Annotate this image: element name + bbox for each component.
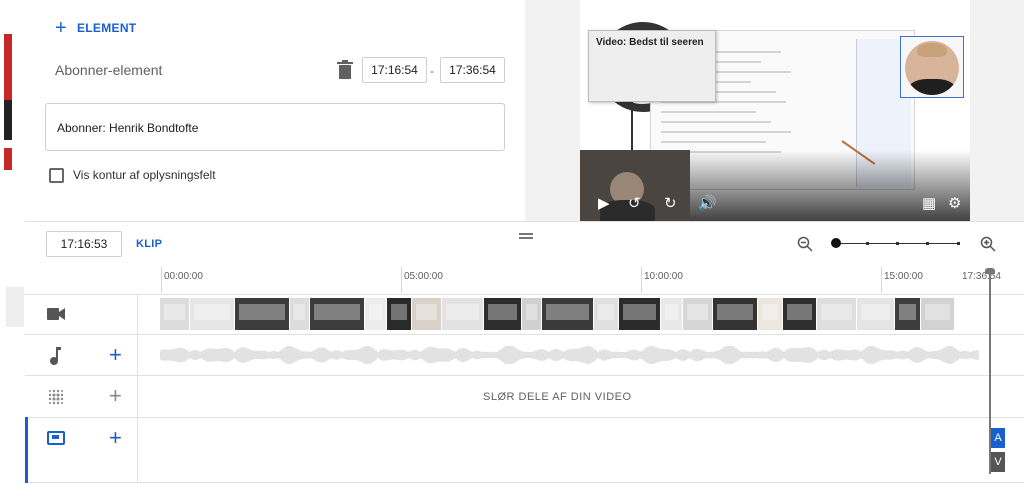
ruler-label: 05:00:00 — [404, 271, 443, 282]
outline-checkbox[interactable] — [49, 168, 64, 183]
video-thumbnail — [290, 298, 310, 330]
video-thumbnail — [484, 298, 522, 330]
video-thumbnail — [594, 298, 619, 330]
gear-icon[interactable]: ⚙ — [948, 196, 961, 212]
left-edge-fragment — [4, 100, 12, 140]
trash-icon[interactable] — [337, 60, 353, 80]
video-thumbnail — [619, 298, 661, 330]
add-blur-button[interactable]: + — [109, 385, 122, 407]
audio-waveform — [160, 346, 979, 364]
play-icon[interactable]: ▶ — [598, 196, 610, 212]
ruler-tick — [401, 267, 402, 293]
video-thumbnail — [713, 298, 758, 330]
elements-track: + — [25, 417, 1024, 483]
zoom-slider-tick — [866, 242, 869, 245]
video-camera-icon — [47, 308, 65, 320]
zoom-slider-tick — [957, 242, 960, 245]
video-thumbnail — [895, 298, 921, 330]
blur-icon — [48, 389, 64, 405]
grid-icon[interactable]: ▦ — [922, 196, 936, 212]
zoom-slider-tick — [896, 242, 899, 245]
video-thumbnail — [542, 298, 594, 330]
video-card-title: Video: Bedst til seeren — [596, 37, 704, 48]
rewind-icon[interactable]: ↺ — [628, 196, 641, 212]
video-thumbnail — [522, 298, 542, 330]
resize-handle-icon[interactable] — [519, 233, 533, 239]
subscribe-element-overlay[interactable] — [900, 36, 964, 98]
ruler-tick — [881, 267, 882, 293]
add-element-label: ELEMENT — [76, 21, 137, 35]
video-thumbnail — [783, 298, 817, 330]
blur-track-header: + — [25, 376, 138, 417]
ruler-label: 15:00:00 — [884, 271, 923, 282]
ruler-tick — [161, 267, 162, 293]
video-thumbnail-strip[interactable] — [160, 298, 1000, 330]
ruler-tick — [641, 267, 642, 293]
ruler-label: 00:00:00 — [164, 271, 203, 282]
video-thumbnail — [160, 298, 190, 330]
video-editor: + ELEMENT Abonner-element 17:16:54 - 17:… — [0, 0, 1024, 484]
video-card-overlay[interactable]: Video: Bedst til seeren — [588, 30, 716, 102]
element-chip[interactable]: V — [991, 452, 1005, 472]
add-element-button[interactable]: + ELEMENT — [55, 17, 137, 39]
video-thumbnail — [921, 298, 955, 330]
music-note-icon — [50, 347, 61, 365]
volume-icon[interactable]: 🔊 — [698, 196, 717, 212]
add-element-track-button[interactable]: + — [109, 427, 122, 449]
add-audio-button[interactable]: + — [109, 344, 122, 366]
video-thumbnail — [817, 298, 857, 330]
element-editor-panel: + ELEMENT Abonner-element 17:16:54 - 17:… — [25, 0, 1024, 222]
channel-avatar — [905, 41, 959, 95]
end-screen-icon — [47, 431, 65, 445]
video-thumbnail — [661, 298, 683, 330]
video-thumbnail — [683, 298, 713, 330]
outline-checkbox-label: Vis kontur af oplysningsfelt — [73, 168, 216, 182]
ruler-label-end: 17:36:54 — [962, 271, 1001, 282]
zoom-slider-tick — [926, 242, 929, 245]
video-thumbnail — [758, 298, 783, 330]
zoom-slider-knob[interactable] — [831, 238, 841, 248]
zoom-out-icon[interactable] — [797, 236, 813, 252]
video-thumbnail — [235, 298, 290, 330]
element-text-input[interactable]: Abonner: Henrik Bondtofte — [45, 103, 505, 151]
video-thumbnail — [190, 298, 235, 330]
video-thumbnail — [857, 298, 895, 330]
video-thumbnail — [310, 298, 365, 330]
video-thumbnail — [365, 298, 387, 330]
audio-track-header: + — [25, 335, 138, 375]
plus-icon: + — [55, 17, 67, 39]
video-thumbnail — [412, 298, 442, 330]
forward-icon[interactable]: ↻ — [664, 196, 677, 212]
video-thumbnail — [387, 298, 412, 330]
elements-track-header: + — [25, 418, 138, 482]
element-chip[interactable]: A — [991, 428, 1005, 448]
clip-button[interactable]: KLIP — [136, 238, 162, 250]
time-separator: - — [430, 64, 434, 78]
left-edge-fragment — [4, 34, 12, 100]
start-time-field[interactable]: 17:16:54 — [362, 57, 427, 83]
current-time-field[interactable]: 17:16:53 — [46, 231, 122, 257]
end-time-field[interactable]: 17:36:54 — [440, 57, 505, 83]
left-edge-fragment — [4, 148, 12, 170]
zoom-in-icon[interactable] — [980, 236, 996, 252]
video-preview[interactable]: Video: Bedst til seeren ▶ ↺ ↻ 🔊 ▦ ⚙ — [580, 0, 970, 221]
left-edge-fragment — [6, 287, 24, 327]
ruler-label: 10:00:00 — [644, 271, 683, 282]
blur-track-label[interactable]: SLØR DELE AF DIN VIDEO — [483, 391, 632, 403]
video-track-header — [25, 295, 138, 334]
element-name: Abonner-element — [55, 62, 163, 78]
video-thumbnail — [442, 298, 484, 330]
